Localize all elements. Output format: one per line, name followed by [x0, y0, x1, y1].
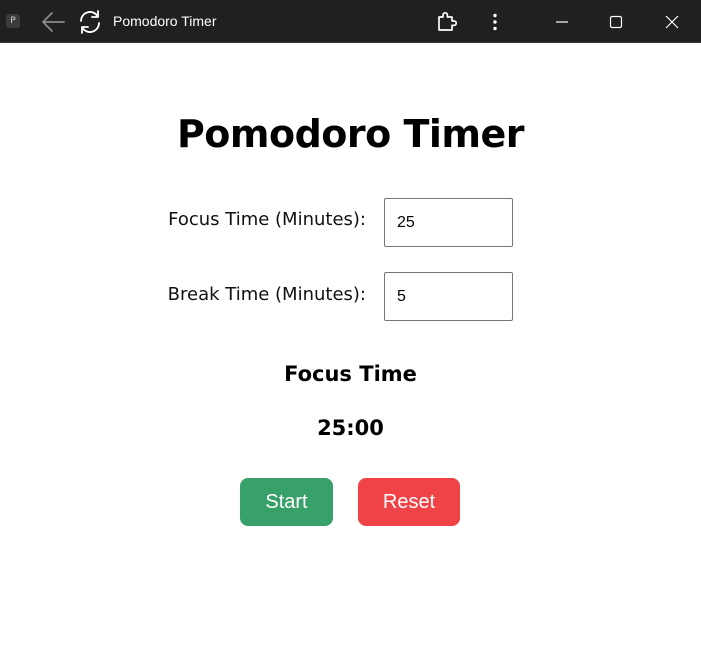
- extensions-button[interactable]: [432, 9, 460, 35]
- more-vertical-icon: [493, 13, 497, 31]
- page-title: Pomodoro Timer: [176, 112, 525, 156]
- timer-display: 25:00: [317, 416, 384, 440]
- focus-time-input[interactable]: [384, 198, 513, 247]
- back-arrow-icon: [42, 12, 65, 32]
- timer-mode-label: Focus Time: [284, 362, 417, 386]
- break-time-input[interactable]: [384, 272, 513, 321]
- minimize-button[interactable]: [548, 9, 576, 35]
- minimize-icon: [556, 21, 568, 23]
- reload-icon: [80, 10, 100, 34]
- reload-button[interactable]: [76, 8, 104, 36]
- focus-time-label: Focus Time (Minutes):: [168, 209, 366, 230]
- puzzle-piece-icon: [438, 11, 458, 31]
- close-icon: [665, 15, 679, 29]
- browser-menu-button[interactable]: [484, 9, 506, 35]
- title-bar: P Pomodoro Timer: [0, 0, 701, 43]
- back-button[interactable]: [38, 9, 68, 35]
- break-time-label: Break Time (Minutes):: [167, 284, 366, 305]
- reset-button[interactable]: Reset: [358, 478, 460, 526]
- browser-window: P Pomodoro Timer Pomodoro Timer Focus Ti…: [0, 0, 701, 648]
- maximize-icon: [609, 15, 623, 29]
- tab-title: Pomodoro Timer: [113, 13, 217, 29]
- maximize-button[interactable]: [602, 9, 630, 35]
- start-button[interactable]: Start: [240, 478, 333, 526]
- page-content: Pomodoro Timer Focus Time (Minutes): Bre…: [0, 44, 701, 648]
- close-button[interactable]: [658, 9, 686, 35]
- site-favicon: P: [6, 14, 20, 28]
